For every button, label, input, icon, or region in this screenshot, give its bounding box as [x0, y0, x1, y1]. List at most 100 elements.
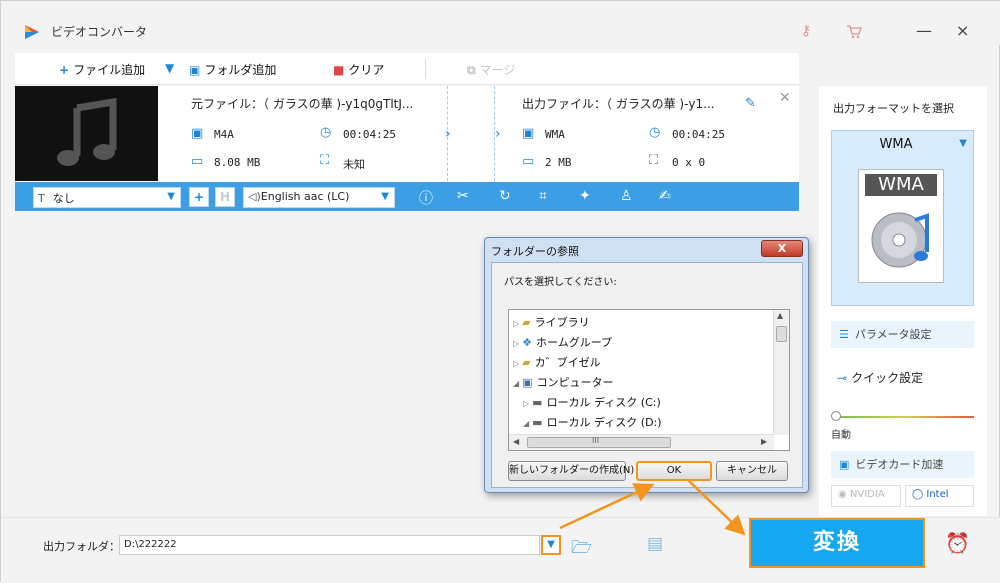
tree-item-user[interactable]: ▷ ▰ カ゛ブイゼル: [513, 354, 601, 370]
quality-slider-track[interactable]: [833, 416, 974, 418]
source-format: M4A: [214, 128, 234, 141]
music-note-icon: [57, 97, 117, 166]
wma-format-icon: WMA: [858, 169, 944, 283]
scroll-right-icon[interactable]: ▶: [761, 437, 767, 446]
add-file-button[interactable]: + ファイル追加: [59, 61, 145, 78]
new-folder-button[interactable]: 新しいフォルダーの作成(N): [508, 461, 634, 481]
tree-item-label: ホームグループ: [536, 336, 613, 349]
info-icon[interactable]: ⓘ: [419, 188, 433, 208]
ok-button[interactable]: OK: [636, 461, 712, 481]
intel-toggle[interactable]: ◯ Intel: [905, 485, 974, 507]
vertical-scrollbar[interactable]: ▲: [773, 310, 789, 435]
chevron-down-icon: ▼: [165, 61, 175, 75]
format-name: WMA: [879, 137, 913, 152]
watermark-icon[interactable]: ♙: [620, 188, 633, 204]
output-folder-field[interactable]: D:\222222: [119, 535, 540, 555]
folder-icon: ▭: [522, 154, 535, 169]
parameter-settings-button[interactable]: ☰ パラメータ設定: [831, 321, 974, 348]
file-item[interactable]: 元ファイル：（ ガラスの華 )-y1q0gTltJ... ▣ M4A ◷ 00:…: [15, 86, 799, 183]
dialog-title: フォルダーの参照: [491, 245, 579, 258]
app-logo-icon: [25, 25, 39, 39]
close-window-button[interactable]: ×: [956, 21, 969, 40]
hard-subtitle-button[interactable]: H: [215, 187, 235, 207]
minimize-button[interactable]: —: [916, 21, 932, 40]
format-selector[interactable]: WMA ▼ WMA: [831, 130, 974, 306]
output-file-name: 出力ファイル：（ ガラスの華 )-y1...: [522, 97, 715, 111]
tree-item-homegroup[interactable]: ▷ ❖ ホームグループ: [513, 334, 612, 350]
scroll-up-icon[interactable]: ▲: [777, 311, 783, 320]
sliders-icon: ☰: [839, 328, 849, 341]
output-format-panel: 出力フォーマットを選択 WMA ▼ WMA ☰ パラメータ設定 ⊸クイック設定: [819, 86, 987, 516]
source-file-name: 元ファイル：（ ガラスの華 )-y1q0gTltJ...: [191, 97, 414, 111]
edit-pencil-icon[interactable]: ✎: [745, 96, 756, 111]
clear-button[interactable]: ■ クリア: [333, 61, 384, 78]
nvidia-toggle[interactable]: ◉ NVIDIA: [831, 485, 901, 507]
scroll-left-icon[interactable]: ◀: [513, 437, 519, 446]
scroll-grip: III: [592, 436, 600, 445]
cancel-button[interactable]: キャンセル: [716, 461, 788, 481]
text-icon: T: [38, 192, 45, 205]
gpu-acceleration-label: ビデオカード加速: [855, 458, 944, 471]
subtitle-value: なし: [52, 192, 75, 205]
effect-icon[interactable]: ✦: [579, 188, 591, 204]
alarm-clock-icon[interactable]: ⏰: [945, 531, 970, 555]
speaker-icon: ◁): [248, 190, 261, 203]
rotate-icon[interactable]: ↻: [499, 188, 511, 204]
source-duration: 00:04:25: [343, 128, 396, 141]
open-folder-icon[interactable]: 🗁: [571, 535, 592, 564]
horizontal-scrollbar[interactable]: ◀ III ▶: [509, 434, 774, 450]
source-resolution: 未知: [343, 158, 365, 171]
gpu-acceleration-button[interactable]: ▣ ビデオカード加速: [831, 451, 974, 478]
audio-track-select[interactable]: ◁)English aac (LC) ▼: [243, 187, 395, 208]
subtitle-edit-icon[interactable]: ✍: [659, 188, 671, 204]
format-icon: ▣: [522, 126, 535, 141]
crop-icon[interactable]: ⌗: [539, 188, 547, 204]
add-folder-label: フォルダ追加: [204, 63, 277, 77]
expand-icon: ▷: [513, 359, 520, 368]
browse-folder-dialog: フォルダーの参照 X パスを選択してください: ▷ ▰ ライブラリ ▷ ❖ ホームグルー…: [484, 237, 809, 493]
library-icon: ▰: [522, 316, 531, 329]
output-folder-label: 出力フォルダ：: [43, 540, 120, 553]
tree-item-drive-d[interactable]: ◢ ▬ ローカル ディスク (D:): [523, 414, 662, 430]
remove-file-button[interactable]: ✕: [779, 90, 791, 106]
merge-button[interactable]: ⧉ マージ: [467, 61, 515, 78]
chevron-down-icon: ▼: [381, 191, 389, 202]
subtitle-select[interactable]: T なし ▼: [33, 187, 181, 208]
tree-item-drive-c[interactable]: ▷ ▬ ローカル ディスク (C:): [523, 394, 661, 410]
tree-item-library[interactable]: ▷ ▰ ライブラリ: [513, 314, 590, 330]
plus-icon: +: [59, 63, 70, 77]
output-resolution: 0 x 0: [672, 156, 706, 169]
cut-icon[interactable]: ✂: [457, 188, 469, 204]
folder-icon: ▭: [191, 154, 204, 169]
clear-label: クリア: [348, 63, 385, 77]
collapse-icon: ◢: [523, 419, 530, 428]
chevron-down-icon: ▼: [167, 191, 175, 202]
add-folder-button[interactable]: ▣ フォルダ追加: [189, 61, 276, 78]
scrollbar-thumb[interactable]: [776, 326, 787, 342]
output-folder-dropdown[interactable]: ▼: [541, 535, 561, 555]
output-size: 2 MB: [545, 156, 572, 169]
cart-icon[interactable]: [846, 25, 862, 39]
expand-icon: ▷: [513, 319, 520, 328]
quality-slider-handle[interactable]: [831, 411, 841, 421]
folder-tree[interactable]: ▷ ▰ ライブラリ ▷ ❖ ホームグループ ▷ ▰ カ゛ブイゼル ◢ ▣ コンピューター ▷ ▬ ロ…: [508, 309, 790, 451]
add-file-dropdown[interactable]: ▼: [165, 61, 174, 75]
add-subtitle-button[interactable]: +: [189, 187, 209, 207]
dialog-close-button[interactable]: X: [761, 240, 803, 257]
preview-video-icon[interactable]: ▤: [647, 534, 663, 554]
format-image-label: WMA: [865, 174, 937, 196]
dialog-prompt: パスを選択してください:: [504, 277, 617, 288]
user-folder-icon: ▰: [522, 356, 531, 369]
output-duration: 00:04:25: [672, 128, 725, 141]
scrollbar-thumb[interactable]: III: [527, 436, 671, 448]
convert-button[interactable]: 変換: [749, 518, 925, 568]
key-icon[interactable]: ⚷: [801, 23, 811, 39]
chevron-right-icon: ›: [445, 126, 451, 142]
chevron-down-icon: ▼: [547, 539, 555, 550]
tree-item-label: ライブラリ: [534, 316, 590, 329]
tree-item-computer[interactable]: ◢ ▣ コンピューター: [513, 374, 614, 390]
main-toolbar: + ファイル追加 ▼ ▣ フォルダ追加 ■ クリア ⧉ マージ: [15, 53, 799, 85]
title-bar: ビデオコンバータ ⚷ — ×: [1, 1, 1000, 45]
tree-item-label: ローカル ディスク (D:): [546, 416, 662, 429]
intel-logo-icon: ◯: [912, 489, 927, 500]
